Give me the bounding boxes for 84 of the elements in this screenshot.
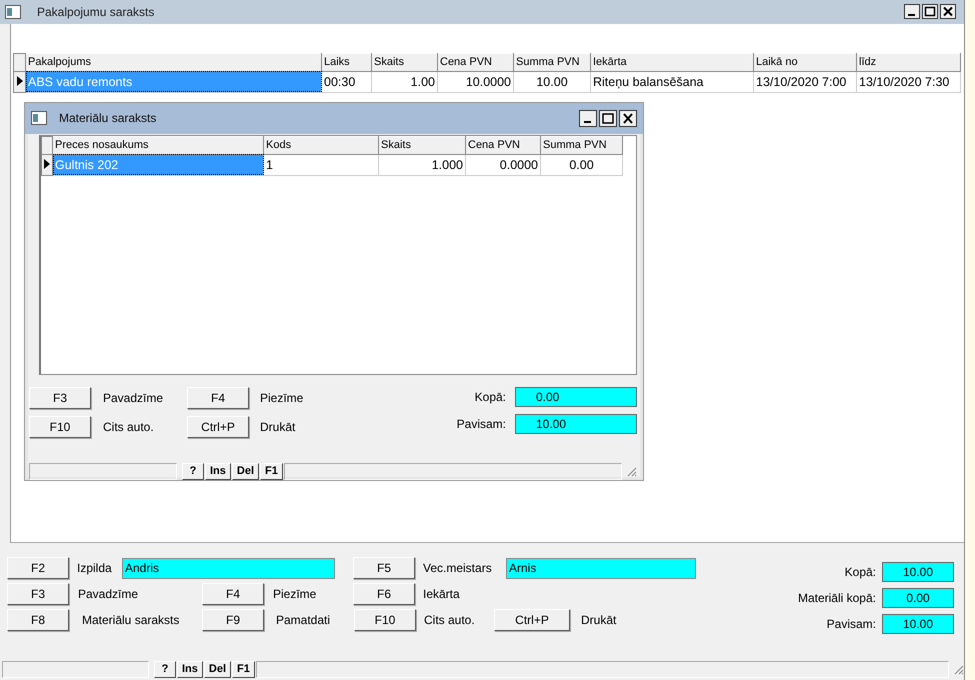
status-key-button[interactable]: Del <box>204 660 232 678</box>
table-cell: 10.00 <box>514 71 590 92</box>
total-label: Pavisam: <box>456 416 506 431</box>
status-key-button[interactable]: Del <box>232 462 260 480</box>
close-icon[interactable] <box>619 110 637 127</box>
column-header[interactable]: Laikā no <box>754 53 856 72</box>
table-cell: 0.00 <box>540 154 622 176</box>
window-title: Pakalpojumu saraksts <box>37 4 156 19</box>
maximize-icon[interactable] <box>599 110 617 127</box>
total-field: 0.00 <box>882 588 954 608</box>
column-header[interactable]: līdz <box>856 53 960 72</box>
table-cell: Riteņu balansēšana <box>590 71 754 92</box>
status-key-button[interactable]: ? <box>182 462 204 480</box>
status-key-button[interactable]: F1 <box>260 462 283 480</box>
table-cell: 0.0000 <box>466 154 540 176</box>
shortcut-button[interactable]: F3 <box>7 583 69 606</box>
maximize-icon[interactable] <box>922 4 938 20</box>
shortcut-button[interactable]: F4 <box>202 583 264 606</box>
shortcut-button[interactable]: F6 <box>353 583 415 606</box>
table-cell: 10.0000 <box>438 71 514 92</box>
status-key-button[interactable]: Ins <box>205 462 231 480</box>
shortcut-button[interactable]: F10 <box>354 609 416 632</box>
total-label: Materiāli kopā: <box>798 591 876 606</box>
action-label: Pavadzīme <box>103 390 164 405</box>
window-icon <box>5 4 21 19</box>
action-label: Pamatdati <box>276 613 332 628</box>
text-field[interactable]: Andris <box>122 558 335 579</box>
shortcut-button[interactable]: F3 <box>29 386 91 409</box>
total-field: 10.00 <box>515 414 637 434</box>
total-field: 10.00 <box>882 614 954 634</box>
total-label: Kopā: <box>844 565 876 580</box>
total-field: 10.00 <box>882 562 954 582</box>
shortcut-button[interactable]: F8 <box>7 609 69 632</box>
action-label: Materiālu saraksts <box>82 613 180 628</box>
resize-grip-icon[interactable] <box>625 465 637 478</box>
table-cell: 13/10/2020 7:30 <box>856 71 960 92</box>
shortcut-button[interactable]: Ctrl+P <box>494 609 570 632</box>
column-header[interactable]: Preces nosaukums <box>52 136 264 154</box>
status-key-button[interactable]: Ins <box>177 660 203 678</box>
resize-grip-icon[interactable] <box>952 663 964 676</box>
table-cell: 13/10/2020 7:00 <box>754 71 856 92</box>
action-label: Izpilda <box>77 561 113 576</box>
column-header[interactable]: Skaits <box>372 53 438 72</box>
status-key-button[interactable]: F1 <box>232 660 255 678</box>
action-label: Drukāt <box>260 420 296 434</box>
shortcut-button[interactable]: F5 <box>353 557 415 580</box>
table-cell: 1 <box>264 154 378 176</box>
shortcut-button[interactable]: F9 <box>202 609 264 632</box>
action-label: Iekārta <box>423 587 460 602</box>
window-title: Materiālu saraksts <box>59 111 158 126</box>
shortcut-button[interactable]: F2 <box>7 557 69 580</box>
minimize-icon[interactable] <box>904 4 920 20</box>
action-label: Cits auto. <box>103 420 155 434</box>
text-field[interactable]: Arnis <box>506 558 696 579</box>
table-cell: ABS vadu remonts <box>26 71 322 92</box>
action-label: Drukāt <box>581 613 616 628</box>
column-header[interactable]: Pakalpojums <box>26 53 322 72</box>
column-header[interactable]: Iekārta <box>590 53 754 72</box>
status-key-button[interactable]: ? <box>154 660 176 678</box>
shortcut-button[interactable]: F10 <box>29 416 91 438</box>
column-header[interactable]: Cena PVN <box>466 136 540 154</box>
table-cell: 00:30 <box>322 71 372 92</box>
window-icon <box>31 111 47 126</box>
close-icon[interactable] <box>940 4 956 20</box>
column-header[interactable]: Summa PVN <box>540 136 622 154</box>
column-header[interactable]: Kods <box>264 136 378 154</box>
table-cell: 1.000 <box>378 154 466 176</box>
column-header[interactable]: Skaits <box>378 136 466 154</box>
total-label: Kopā: <box>474 390 506 404</box>
action-label: Pavadzīme <box>78 587 140 602</box>
table-cell: Gultnis 202 <box>52 154 264 176</box>
action-label: Piezīme <box>273 587 318 602</box>
total-field: 0.00 <box>515 386 637 407</box>
column-header[interactable]: Laiks <box>322 53 372 72</box>
action-label: Cits auto. <box>424 613 476 628</box>
minimize-icon[interactable] <box>579 110 597 127</box>
shortcut-button[interactable]: F4 <box>187 386 249 409</box>
column-header[interactable]: Summa PVN <box>514 53 590 72</box>
action-label: Vec.meistars <box>423 561 493 576</box>
table-cell: 1.00 <box>372 71 438 92</box>
action-label: Piezīme <box>260 390 304 405</box>
column-header[interactable]: Cena PVN <box>438 53 514 72</box>
total-label: Pavisam: <box>826 617 876 632</box>
shortcut-button[interactable]: Ctrl+P <box>187 416 249 438</box>
